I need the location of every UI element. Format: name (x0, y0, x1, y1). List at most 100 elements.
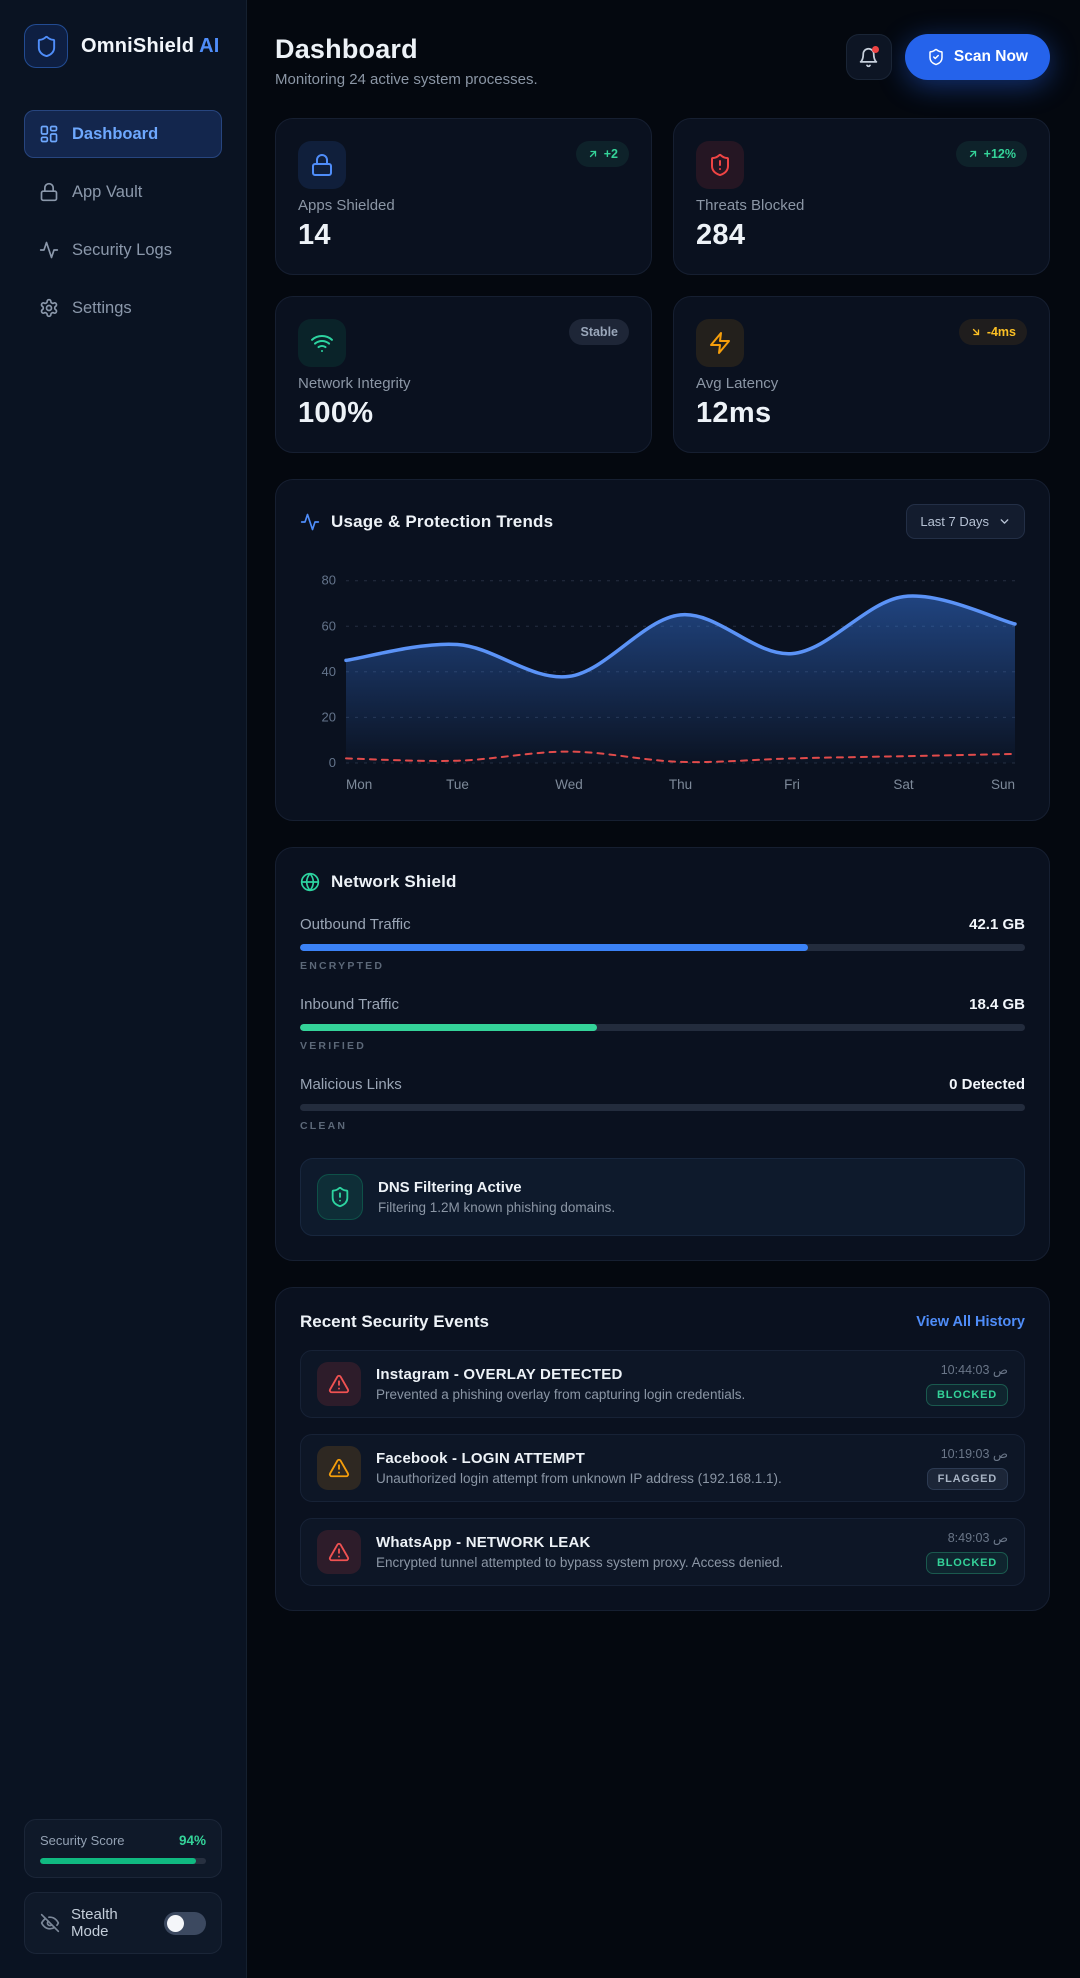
stat-card-threats-blocked: +12% Threats Blocked 284 (673, 118, 1050, 275)
security-score-fill (40, 1858, 196, 1864)
event-title: Facebook - LOGIN ATTEMPT (376, 1450, 912, 1467)
wifi-icon (298, 319, 346, 367)
trends-chart-card: Usage & Protection Trends Last 7 Days 02… (275, 479, 1050, 821)
badge-label: +12% (984, 147, 1016, 161)
stat-card-avg-latency: -4ms Avg Latency 12ms (673, 296, 1050, 453)
traffic-row-outbound: Outbound Traffic 42.1 GB ENCRYPTED (300, 916, 1025, 972)
alert-triangle-icon (317, 1446, 361, 1490)
chart-title: Usage & Protection Trends (331, 512, 553, 532)
sidebar-item-security-logs[interactable]: Security Logs (24, 226, 222, 274)
badge-label: -4ms (987, 325, 1016, 339)
svg-text:80: 80 (322, 573, 336, 588)
svg-text:Mon: Mon (346, 777, 372, 792)
scan-now-label: Scan Now (954, 48, 1028, 66)
traffic-label: Outbound Traffic (300, 916, 411, 933)
trend-badge: -4ms (959, 319, 1027, 345)
events-title: Recent Security Events (300, 1312, 489, 1332)
globe-icon (300, 872, 320, 892)
lock-icon (39, 182, 59, 202)
trend-badge: +2 (576, 141, 629, 167)
trend-badge: +12% (956, 141, 1027, 167)
traffic-status: VERIFIED (300, 1040, 1025, 1052)
gear-icon (39, 298, 59, 318)
stat-label: Network Integrity (298, 375, 629, 392)
badge-label: Stable (580, 325, 618, 339)
network-shield-card: Network Shield Outbound Traffic 42.1 GB … (275, 847, 1050, 1261)
svg-text:Wed: Wed (555, 777, 583, 792)
event-status-badge: BLOCKED (926, 1552, 1008, 1574)
progress-track (300, 1104, 1025, 1111)
stat-value: 12ms (696, 397, 1027, 430)
chevron-down-icon (998, 515, 1011, 528)
range-selector[interactable]: Last 7 Days (906, 504, 1025, 539)
brand-name-text: OmniShield (81, 35, 194, 57)
stat-value: 284 (696, 219, 1027, 252)
notifications-button[interactable] (846, 34, 892, 80)
sidebar-item-settings[interactable]: Settings (24, 284, 222, 332)
sidebar-item-app-vault[interactable]: App Vault (24, 168, 222, 216)
stat-label: Avg Latency (696, 375, 1027, 392)
sidebar-nav: Dashboard App Vault Security Logs Settin… (24, 110, 222, 332)
trends-chart: 020406080MonTueWedThuFriSatSun (300, 553, 1025, 802)
security-score-card: Security Score 94% (24, 1819, 222, 1878)
svg-text:Sun: Sun (991, 777, 1015, 792)
arrow-up-right-icon (587, 148, 599, 160)
event-status-badge: FLAGGED (927, 1468, 1008, 1490)
zap-icon (696, 319, 744, 367)
svg-text:Tue: Tue (446, 777, 469, 792)
stat-label: Apps Shielded (298, 197, 629, 214)
page-subtitle: Monitoring 24 active system processes. (275, 71, 538, 88)
brand: OmniShieldAI (24, 24, 222, 68)
arrow-up-right-icon (967, 148, 979, 160)
traffic-row-malicious-links: Malicious Links 0 Detected CLEAN (300, 1076, 1025, 1132)
event-time: 8:49:03 ص (948, 1530, 1008, 1545)
page-header: Dashboard Monitoring 24 active system pr… (275, 34, 1050, 88)
svg-text:60: 60 (322, 618, 336, 633)
sidebar-item-label: Security Logs (72, 241, 172, 260)
event-description: Prevented a phishing overlay from captur… (376, 1387, 911, 1402)
stats-grid: +2 Apps Shielded 14 +12% Threats Blocked… (275, 118, 1050, 453)
dashboard-grid-icon (39, 124, 59, 144)
event-time: 10:19:03 ص (941, 1446, 1008, 1461)
range-selector-value: Last 7 Days (920, 514, 989, 529)
shield-alert-icon (317, 1174, 363, 1220)
progress-fill (300, 944, 808, 951)
svg-text:Thu: Thu (669, 777, 692, 792)
event-row-instagram: Instagram - OVERLAY DETECTED Prevented a… (300, 1350, 1025, 1418)
dns-filtering-banner: DNS Filtering Active Filtering 1.2M know… (300, 1158, 1025, 1236)
event-status-badge: BLOCKED (926, 1384, 1008, 1406)
lock-icon (298, 141, 346, 189)
traffic-status: CLEAN (300, 1120, 1025, 1132)
traffic-value: 18.4 GB (969, 996, 1025, 1013)
traffic-label: Inbound Traffic (300, 996, 399, 1013)
arrow-down-right-icon (970, 326, 982, 338)
progress-track (300, 1024, 1025, 1031)
sidebar-item-dashboard[interactable]: Dashboard (24, 110, 222, 158)
event-title: WhatsApp - NETWORK LEAK (376, 1534, 911, 1551)
stealth-mode-card: Stealth Mode (24, 1892, 222, 1954)
shield-check-icon (927, 48, 945, 66)
traffic-status: ENCRYPTED (300, 960, 1025, 972)
svg-text:40: 40 (322, 664, 336, 679)
event-row-whatsapp: WhatsApp - NETWORK LEAK Encrypted tunnel… (300, 1518, 1025, 1586)
status-badge: Stable (569, 319, 629, 345)
scan-now-button[interactable]: Scan Now (905, 34, 1050, 80)
main-content: Dashboard Monitoring 24 active system pr… (247, 0, 1080, 1978)
brand-shield-icon (24, 24, 68, 68)
sidebar-item-label: App Vault (72, 183, 142, 202)
activity-icon (300, 512, 320, 532)
event-description: Unauthorized login attempt from unknown … (376, 1471, 912, 1486)
shield-alert-icon (696, 141, 744, 189)
toggle-knob (167, 1915, 184, 1932)
stat-value: 14 (298, 219, 629, 252)
progress-track (300, 944, 1025, 951)
stat-label: Threats Blocked (696, 197, 1027, 214)
page-title: Dashboard (275, 34, 538, 65)
event-description: Encrypted tunnel attempted to bypass sys… (376, 1555, 911, 1570)
stealth-mode-toggle[interactable] (164, 1912, 206, 1935)
event-row-facebook: Facebook - LOGIN ATTEMPT Unauthorized lo… (300, 1434, 1025, 1502)
traffic-value: 0 Detected (949, 1076, 1025, 1093)
view-all-history-link[interactable]: View All History (916, 1314, 1025, 1330)
security-score-label: Security Score (40, 1833, 125, 1848)
security-score-track (40, 1858, 206, 1864)
